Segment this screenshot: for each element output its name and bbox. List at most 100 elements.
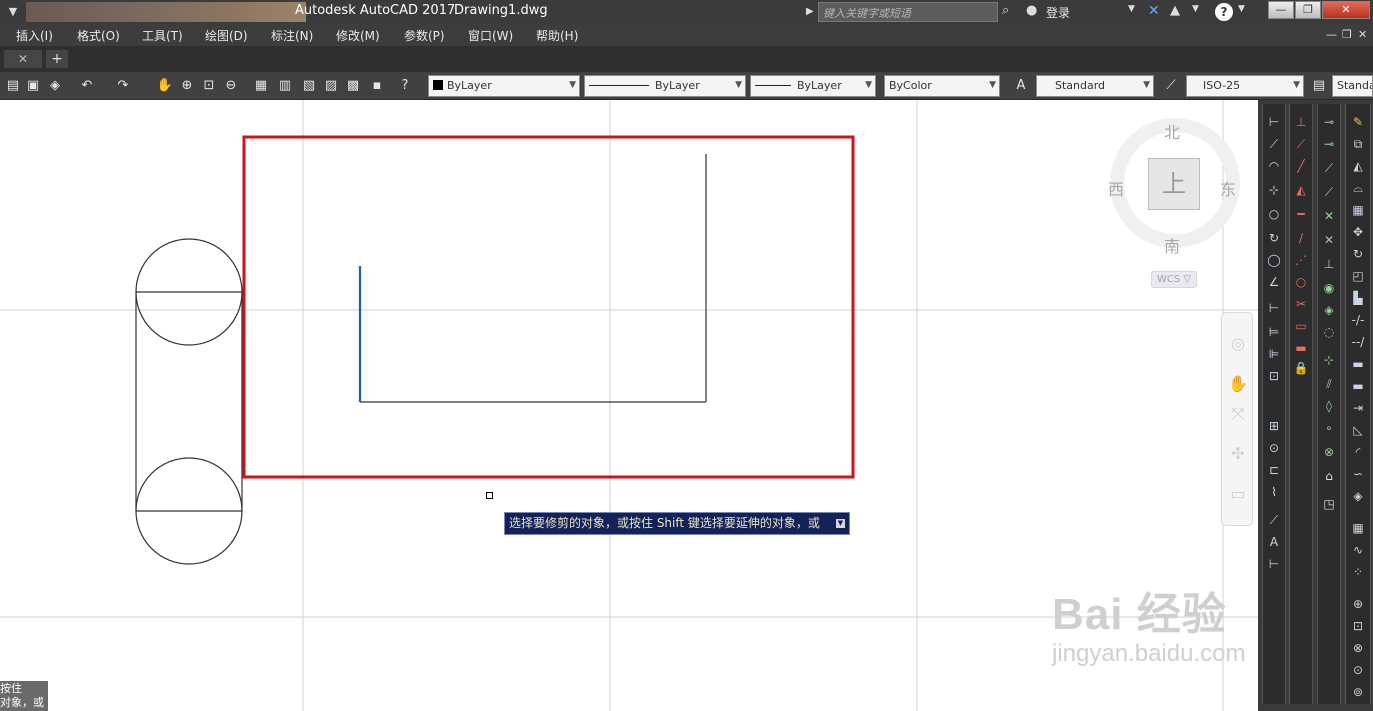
snap-perpendicular-icon[interactable]: ⊥ (1321, 256, 1337, 272)
spline-icon[interactable]: ∿ (1350, 542, 1366, 558)
lineweight-control-dropdown[interactable]: ByLayer ▼ (750, 75, 876, 97)
inspect-icon[interactable]: ⊏ (1266, 462, 1282, 478)
maximize-button[interactable]: ❐ (1295, 1, 1321, 19)
edit-dim-icon[interactable]: ⟋ (1266, 512, 1282, 528)
viewcube-west[interactable]: 西 (1108, 176, 1124, 200)
trim-icon[interactable]: ✂ (1293, 296, 1309, 312)
snap-settings-icon[interactable]: ⌂ (1321, 468, 1337, 484)
markup-icon[interactable]: ▩ (344, 77, 362, 95)
viewcube-top-face[interactable]: 上 (1148, 158, 1200, 210)
zoom-extents-icon[interactable]: ⤧ (1228, 404, 1248, 424)
extend-tool-icon[interactable]: --/ (1350, 334, 1366, 350)
trim-tool-icon[interactable]: -/- (1350, 312, 1366, 328)
aligned-dim-icon[interactable]: ⟋ (1266, 136, 1282, 152)
a360-icon[interactable]: ▲ (1170, 3, 1188, 21)
snap-node-icon[interactable]: ⊹ (1321, 352, 1337, 368)
pan-icon[interactable]: ✋ (1228, 374, 1248, 394)
autodesk-exchange-icon[interactable]: ✕ (1148, 3, 1166, 21)
menu-tools[interactable]: 工具(T) (142, 27, 183, 44)
viewcube-east[interactable]: 东 (1220, 176, 1236, 200)
quick-access-dropdown-icon[interactable]: ▼ (0, 2, 26, 22)
wcs-menu[interactable]: WCS ▽ (1151, 271, 1197, 288)
snap-apparent-icon[interactable]: ⟋ (1321, 184, 1337, 200)
update-icon[interactable]: ⊢ (1266, 556, 1282, 572)
menu-window[interactable]: 窗口(W) (468, 27, 513, 44)
new-tab-icon[interactable]: + (46, 50, 68, 68)
menu-format[interactable]: 格式(O) (77, 27, 120, 44)
menu-modify[interactable]: 修改(M) (336, 27, 380, 44)
fillet-tool-icon[interactable]: ◜ (1350, 444, 1366, 460)
zoom-dynamic-icon[interactable]: ⊡ (1350, 618, 1366, 634)
explode-icon[interactable]: ◈ (1350, 488, 1366, 504)
blend-icon[interactable]: ∽ (1350, 466, 1366, 482)
orbit-icon[interactable]: ✣ (1228, 444, 1248, 464)
properties-icon[interactable]: ▦ (252, 77, 270, 95)
login-label[interactable]: 登录 (1046, 4, 1070, 21)
lock-icon[interactable]: 🔒 (1293, 360, 1309, 376)
jog-line-icon[interactable]: ⌇ (1266, 484, 1282, 500)
linetype-control-dropdown[interactable]: ByLayer ▼ (584, 75, 746, 97)
tolerance-icon[interactable]: ⊞ (1266, 418, 1282, 434)
move-icon[interactable]: ✥ (1350, 224, 1366, 240)
menu-dimension[interactable]: 标注(N) (271, 27, 313, 44)
text-style-icon[interactable]: A (1012, 77, 1030, 95)
calculator-icon[interactable]: ▪ (368, 77, 386, 95)
tooltip-expand-icon[interactable]: ▼ (836, 519, 845, 528)
quick-dim-icon[interactable]: ⊢ (1266, 300, 1282, 316)
mdi-restore-icon[interactable]: ❐ (1342, 28, 1352, 41)
zoom-window-tool-icon[interactable]: ⊕ (1350, 596, 1366, 612)
snap-quadrant-icon[interactable]: ◈ (1321, 302, 1337, 318)
text-style-dropdown[interactable]: Standard ▼ (1036, 75, 1154, 97)
break-icon[interactable]: ⊥ (1293, 114, 1309, 130)
array-icon[interactable]: ▦ (1350, 202, 1366, 218)
steering-wheel-icon[interactable]: ◎ (1228, 334, 1248, 354)
login-dropdown-icon[interactable]: ▼ (1128, 4, 1135, 14)
dim-style-icon[interactable]: ⟋ (1162, 77, 1180, 95)
join-tool-icon[interactable]: ⇥ (1350, 400, 1366, 416)
ordinate-icon[interactable]: ⊹ (1266, 182, 1282, 198)
break-tool-icon[interactable]: ▬ (1350, 378, 1366, 394)
erase-icon[interactable]: ✎ (1350, 114, 1366, 130)
match-properties-icon[interactable]: ▣ (24, 77, 42, 95)
linear-dim-icon[interactable]: ⊢ (1266, 114, 1282, 130)
minimize-button[interactable]: — (1268, 1, 1294, 19)
close-button[interactable]: ✕ (1322, 1, 1370, 19)
mdi-close-icon[interactable]: ✕ (1358, 28, 1367, 41)
rectangle-edit-icon[interactable]: ▭ (1293, 318, 1309, 334)
snap-endpoint-icon[interactable]: ⊸ (1321, 114, 1337, 130)
table-style-dropdown[interactable]: Standa (1332, 75, 1373, 97)
points-icon[interactable]: ⁘ (1350, 564, 1366, 580)
design-center-icon[interactable]: ▥ (276, 77, 294, 95)
join-icon[interactable]: ⟋ (1293, 136, 1309, 152)
viewcube-north[interactable]: 北 (1164, 119, 1180, 143)
baseline-icon[interactable]: ⊨ (1266, 324, 1282, 340)
jogged-icon[interactable]: ↻ (1266, 230, 1282, 246)
menu-insert[interactable]: 插入(I) (16, 27, 53, 44)
edit-text-icon[interactable]: A (1266, 534, 1282, 550)
menu-draw[interactable]: 绘图(D) (205, 27, 248, 44)
mirror-icon[interactable]: ◭ (1350, 158, 1366, 174)
search-expand-icon[interactable]: ▶ (806, 3, 818, 21)
paste-icon[interactable]: ▤ (4, 77, 22, 95)
table-style-icon[interactable]: ▤ (1310, 77, 1328, 95)
arc-length-icon[interactable]: ◠ (1266, 158, 1282, 174)
snap-extension-icon[interactable]: ✕ (1321, 208, 1337, 224)
snap-parallel-icon[interactable]: ⫽ (1321, 376, 1337, 392)
zoom-realtime-icon[interactable]: ⊕ (178, 77, 196, 95)
snap-nearest-icon[interactable]: ∘ (1321, 420, 1337, 436)
undo-icon[interactable]: ↶ (78, 77, 96, 95)
radius-dim-icon[interactable]: ○ (1266, 206, 1282, 222)
zoom-center-icon[interactable]: ⊙ (1350, 662, 1366, 678)
chamfer-icon[interactable]: ╱ (1293, 158, 1309, 174)
viewcube-south[interactable]: 南 (1164, 233, 1180, 257)
angular-dim-icon[interactable]: ∠ (1266, 274, 1282, 290)
search-input[interactable]: 键入关键字或短语 (818, 2, 998, 22)
space-icon[interactable]: ⊡ (1266, 368, 1282, 384)
menu-help[interactable]: 帮助(H) (536, 27, 578, 44)
stretch-icon[interactable]: ∕ (1293, 230, 1309, 246)
mirror-edit-icon[interactable]: ▬ (1293, 340, 1309, 356)
snap-center-icon[interactable]: ◉ (1321, 280, 1337, 296)
snap-temp-icon[interactable]: ◳ (1321, 496, 1337, 512)
layer-icon[interactable]: ▦ (1350, 520, 1366, 536)
snap-tangent-icon[interactable]: ◌ (1321, 324, 1337, 340)
